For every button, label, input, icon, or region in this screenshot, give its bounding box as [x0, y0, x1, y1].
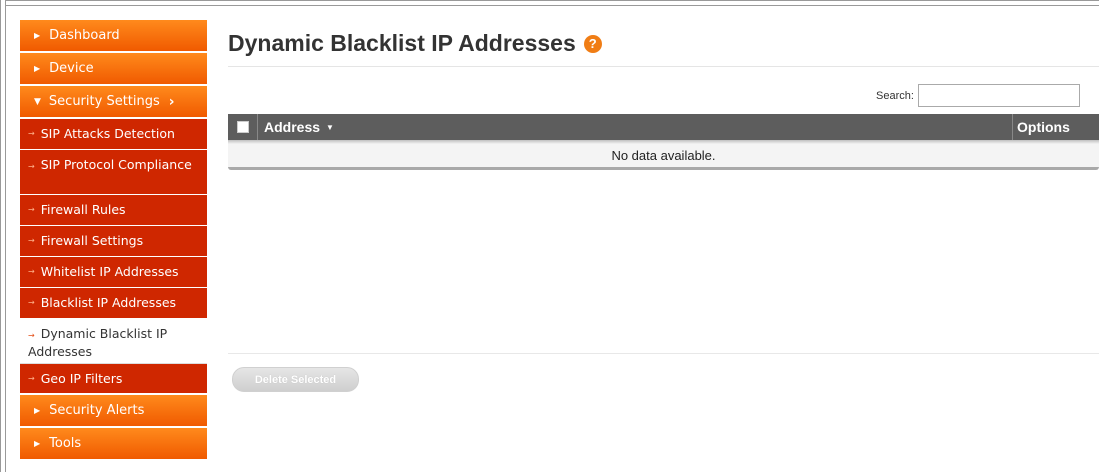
title-divider — [228, 66, 1099, 67]
window-left-border — [0, 0, 6, 472]
sidebar-subitem-sip-protocol-compliance[interactable]: → SIP Protocol Compliance — [20, 150, 207, 195]
sidebar-item-label: Security Settings — [48, 94, 160, 109]
search-label: Search: — [876, 89, 914, 102]
column-header-options: Options — [1013, 114, 1099, 140]
triangle-down-icon: ▼ — [34, 96, 41, 107]
select-all-checkbox[interactable] — [236, 121, 249, 133]
sidebar-subitem-label: Dynamic Blacklist IP Addresses — [28, 326, 168, 359]
sidebar-item-label: Security Alerts — [49, 403, 145, 418]
footer-divider — [228, 353, 1099, 354]
sidebar-subitem-label: Firewall Rules — [40, 202, 126, 217]
page-title-text: Dynamic Blacklist IP Addresses — [228, 30, 576, 56]
arrow-right-icon: → — [28, 162, 35, 171]
sidebar-subitem-whitelist-ip-addresses[interactable]: → Whitelist IP Addresses — [20, 257, 207, 288]
triangle-right-icon: ▶ — [34, 31, 41, 40]
arrow-right-icon: → — [28, 298, 35, 307]
sidebar-subitem-geo-ip-filters[interactable]: → Geo IP Filters — [20, 364, 207, 395]
sidebar-subitem-label: SIP Protocol Compliance — [40, 157, 192, 172]
arrow-right-icon: → — [28, 267, 35, 276]
empty-table-message: No data available. — [228, 144, 1099, 170]
arrow-right-icon: → — [28, 373, 35, 383]
sidebar-subitem-blacklist-ip-addresses[interactable]: → Blacklist IP Addresses — [20, 288, 207, 319]
sidebar-item-dashboard[interactable]: ▶ Dashboard — [20, 20, 207, 53]
select-all-cell — [228, 114, 258, 140]
sidebar-item-label: Dashboard — [49, 28, 120, 43]
sidebar-subitem-label: Firewall Settings — [40, 233, 144, 248]
delete-selected-button[interactable]: Delete Selected — [232, 367, 359, 392]
arrow-right-icon: → — [28, 205, 35, 214]
column-header-address[interactable]: Address ▼ — [258, 114, 1013, 140]
chevron-right-icon: › — [168, 93, 175, 110]
help-icon[interactable]: ? — [583, 34, 602, 53]
arrow-right-icon: → — [28, 331, 35, 340]
column-header-label: Address — [264, 119, 321, 135]
sidebar-subitem-dynamic-blacklist-ip-addresses[interactable]: → Dynamic Blacklist IP Addresses — [20, 319, 207, 364]
addresses-table: Address ▼ Options No data available. — [228, 114, 1099, 170]
sidebar-subitem-sip-attacks-detection[interactable]: → SIP Attacks Detection — [20, 119, 207, 150]
arrow-right-icon: → — [28, 129, 35, 138]
sidebar-subitem-label: Geo IP Filters — [40, 370, 123, 386]
sidebar-subitem-firewall-settings[interactable]: → Firewall Settings — [20, 226, 207, 257]
triangle-right-icon: ▶ — [34, 406, 41, 415]
table-header: Address ▼ Options — [228, 114, 1099, 140]
window-top-border — [0, 0, 1099, 6]
arrow-right-icon: → — [28, 236, 35, 245]
sidebar-subitem-label: Whitelist IP Addresses — [40, 264, 179, 279]
sidebar-subitem-label: SIP Attacks Detection — [40, 126, 175, 141]
sidebar-item-tools[interactable]: ▶ Tools — [20, 428, 207, 461]
sidebar-item-security-alerts[interactable]: ▶ Security Alerts — [20, 395, 207, 428]
sort-caret-icon: ▼ — [326, 122, 334, 132]
sidebar: ▶ Dashboard ▶ Device ▼ Security Settings… — [20, 20, 207, 461]
search-input[interactable] — [917, 84, 1080, 107]
page-title: Dynamic Blacklist IP Addresses ? — [228, 30, 602, 57]
sidebar-item-label: Device — [49, 61, 94, 76]
search-bar: Search: — [850, 84, 1080, 107]
triangle-right-icon: ▶ — [34, 439, 41, 448]
sidebar-item-device[interactable]: ▶ Device — [20, 53, 207, 86]
column-header-label: Options — [1017, 119, 1070, 135]
sidebar-item-security-settings[interactable]: ▼ Security Settings › — [20, 86, 207, 119]
sidebar-subitem-label: Blacklist IP Addresses — [40, 295, 177, 310]
sidebar-subitem-firewall-rules[interactable]: → Firewall Rules — [20, 195, 207, 226]
triangle-right-icon: ▶ — [34, 64, 41, 73]
sidebar-item-label: Tools — [49, 436, 82, 451]
